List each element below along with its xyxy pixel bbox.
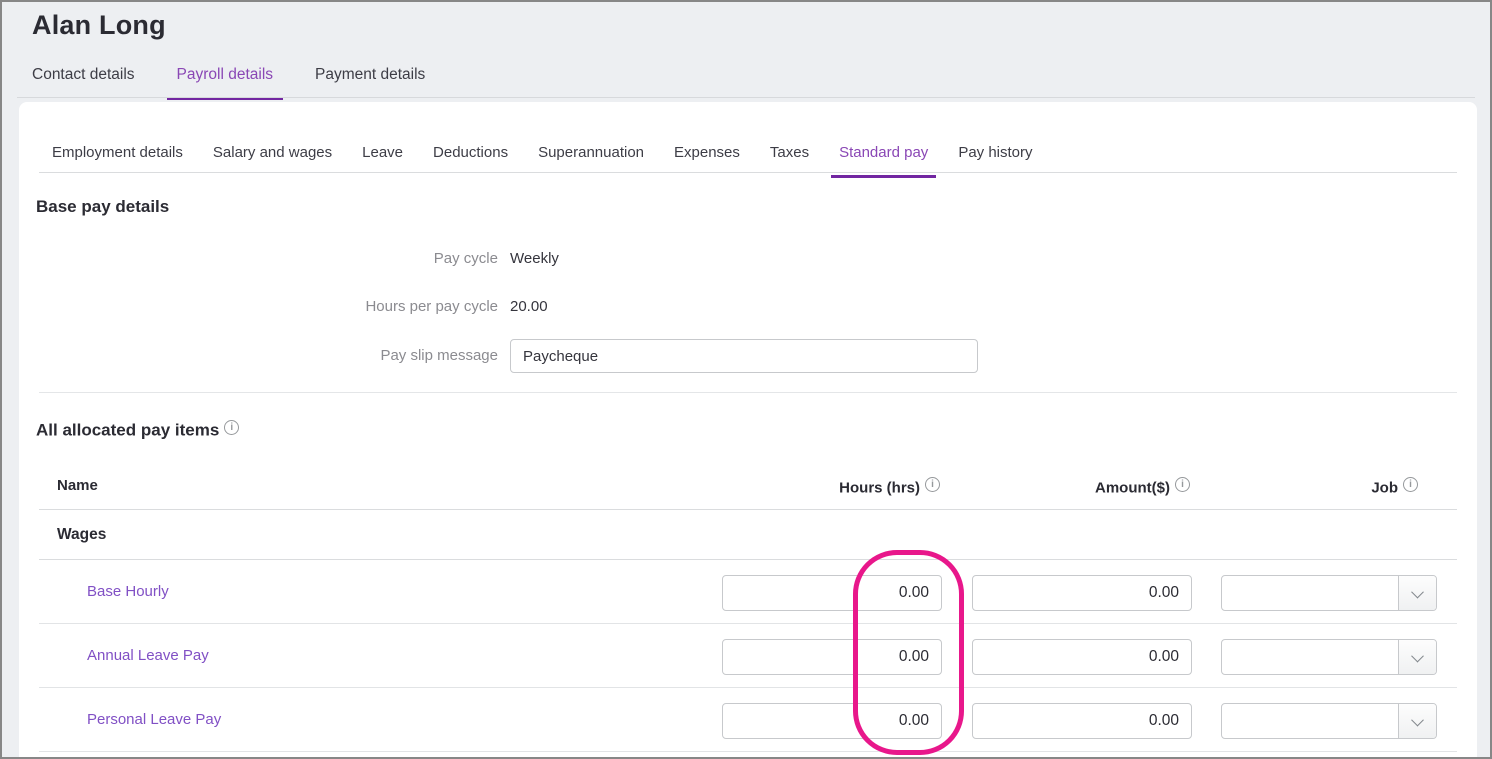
pay-item-link-base-hourly[interactable]: Base Hourly <box>87 583 169 600</box>
tab-payroll-details[interactable]: Payroll details <box>167 66 284 100</box>
employee-detail-window: Alan Long Contact details Payroll detail… <box>0 0 1492 759</box>
job-dropdown[interactable] <box>1221 703 1437 739</box>
job-dropdown[interactable] <box>1221 575 1437 611</box>
wages-group-label: Wages <box>57 526 106 544</box>
hours-input[interactable] <box>722 639 942 675</box>
job-dropdown-button[interactable] <box>1398 640 1436 674</box>
job-dropdown-button[interactable] <box>1398 704 1436 738</box>
main-tab-bar: Contact details Payroll details Payment … <box>32 66 425 100</box>
column-header-name: Name <box>57 477 98 494</box>
chevron-down-icon <box>1411 713 1424 726</box>
amount-input[interactable] <box>972 575 1192 611</box>
tab-contact-details[interactable]: Contact details <box>32 66 135 100</box>
hours-per-pay-cycle-label: Hours per pay cycle <box>182 298 498 315</box>
section-divider <box>39 392 1457 393</box>
hours-per-pay-cycle-value: 20.00 <box>510 298 548 315</box>
base-pay-heading: Base pay details <box>36 197 169 217</box>
table-row: Base Hourly <box>39 560 1457 624</box>
table-row: Annual Leave Pay <box>39 624 1457 688</box>
amount-input[interactable] <box>972 639 1192 675</box>
column-header-job: Jobi <box>1371 477 1418 497</box>
table-row: Personal Leave Pay <box>39 688 1457 752</box>
chevron-down-icon <box>1411 649 1424 662</box>
job-dropdown[interactable] <box>1221 639 1437 675</box>
job-dropdown-button[interactable] <box>1398 576 1436 610</box>
info-icon[interactable]: i <box>925 477 940 492</box>
pay-slip-message-label: Pay slip message <box>182 347 498 364</box>
subtab-divider <box>39 172 1457 173</box>
pay-cycle-value: Weekly <box>510 250 559 267</box>
pay-item-link-annual-leave-pay[interactable]: Annual Leave Pay <box>87 647 209 664</box>
pay-items-table-header: Name Hours (hrs)i Amount($)i Jobi <box>39 468 1457 510</box>
job-dropdown-value <box>1222 576 1398 610</box>
pay-slip-message-input[interactable] <box>510 339 978 373</box>
info-icon[interactable]: i <box>1403 477 1418 492</box>
info-icon[interactable]: i <box>224 420 239 435</box>
job-dropdown-value <box>1222 704 1398 738</box>
chevron-down-icon <box>1411 585 1424 598</box>
tab-payment-details[interactable]: Payment details <box>315 66 425 100</box>
pay-item-link-personal-leave-pay[interactable]: Personal Leave Pay <box>87 711 221 728</box>
job-dropdown-value <box>1222 640 1398 674</box>
page-title: Alan Long <box>32 10 166 41</box>
amount-input[interactable] <box>972 703 1192 739</box>
column-header-amount: Amount($)i <box>1095 477 1190 497</box>
allocated-pay-items-heading: All allocated pay itemsi <box>36 420 239 441</box>
info-icon[interactable]: i <box>1175 477 1190 492</box>
hours-input[interactable] <box>722 575 942 611</box>
wages-group-row: Wages <box>39 510 1457 560</box>
header-divider <box>17 97 1475 98</box>
pay-cycle-label: Pay cycle <box>182 250 498 267</box>
column-header-hours: Hours (hrs)i <box>839 477 940 497</box>
hours-input[interactable] <box>722 703 942 739</box>
